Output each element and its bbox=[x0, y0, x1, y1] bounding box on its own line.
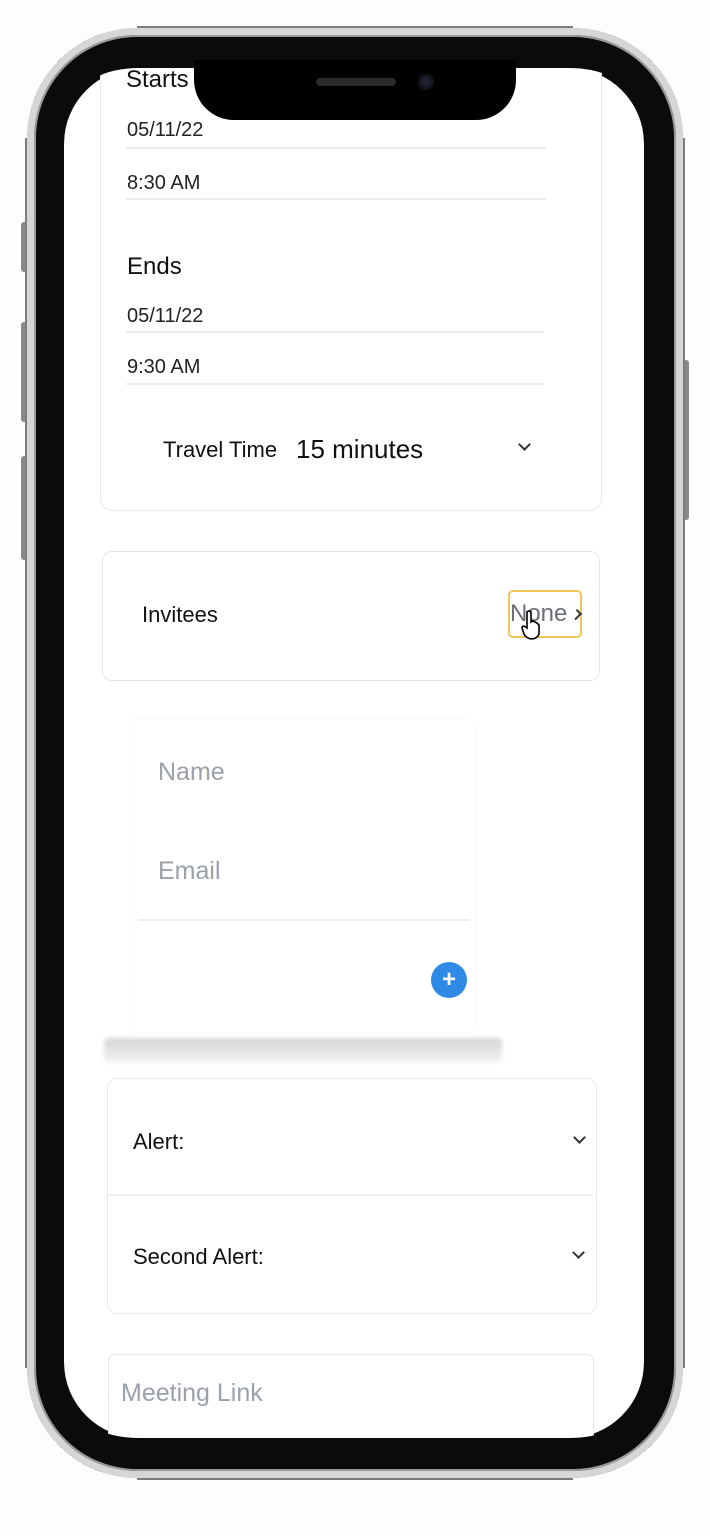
second-alert-label[interactable]: Second Alert: bbox=[133, 1244, 264, 1270]
meeting-link-input[interactable] bbox=[108, 1354, 594, 1475]
start-time-field[interactable]: 8:30 AM bbox=[127, 172, 200, 195]
camera-icon bbox=[418, 74, 434, 90]
form-shadow bbox=[104, 1038, 502, 1062]
divider bbox=[109, 1194, 593, 1196]
divider bbox=[126, 147, 546, 149]
alert-label[interactable]: Alert: bbox=[133, 1129, 184, 1155]
alerts-card bbox=[107, 1078, 597, 1314]
end-date-field[interactable]: 05/11/22 bbox=[127, 305, 203, 328]
chevron-right-icon bbox=[571, 608, 583, 620]
divider bbox=[126, 198, 546, 200]
add-invitee-button[interactable]: + bbox=[431, 962, 467, 998]
divider bbox=[138, 919, 470, 921]
travel-time-select[interactable]: 15 minutes bbox=[296, 434, 423, 465]
meeting-link-placeholder: Meeting Link bbox=[121, 1379, 263, 1407]
travel-time-label: Travel Time bbox=[163, 437, 278, 462]
divider bbox=[126, 383, 544, 385]
notch bbox=[194, 60, 516, 120]
end-time-field[interactable]: 9:30 AM bbox=[127, 356, 200, 379]
power-button bbox=[683, 360, 689, 520]
invitee-name-input[interactable]: Name bbox=[158, 758, 225, 787]
speaker-grille bbox=[316, 78, 396, 86]
hand-cursor-icon bbox=[521, 610, 540, 640]
plus-icon: + bbox=[441, 966, 456, 993]
invitee-email-input[interactable]: Email bbox=[158, 857, 221, 886]
ends-label: Ends bbox=[127, 253, 182, 280]
invitees-label: Invitees bbox=[142, 602, 218, 627]
starts-label: Starts bbox=[126, 66, 189, 93]
start-date-field[interactable]: 05/11/22 bbox=[127, 119, 203, 142]
divider bbox=[126, 331, 544, 333]
